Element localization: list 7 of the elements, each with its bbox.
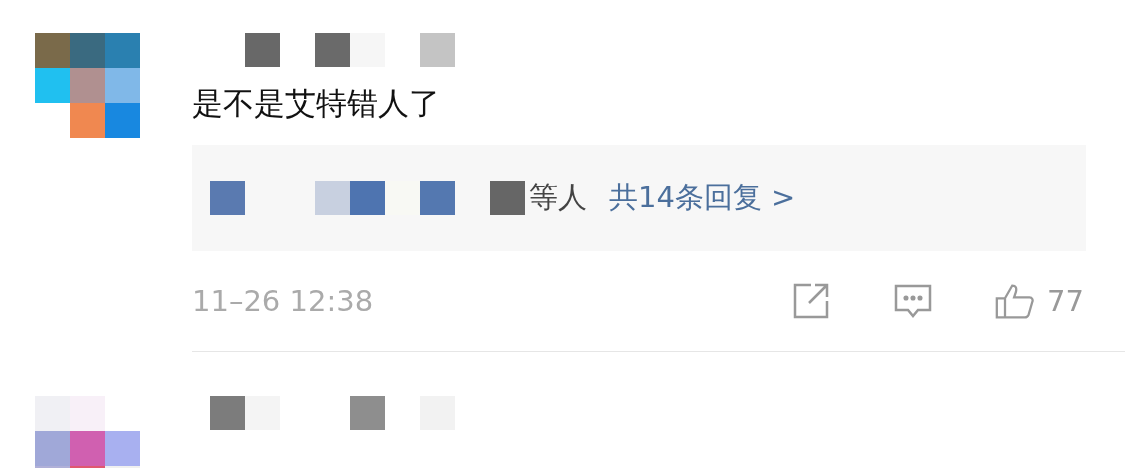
reply-preview-panel[interactable]: 等人 共14条回复 > xyxy=(192,145,1086,251)
comment-text: 是不是艾特错人了 xyxy=(192,84,441,123)
like-count: 77 xyxy=(1047,284,1084,318)
reply-users-text: 等人 xyxy=(529,179,587,216)
reply-count-link[interactable]: 共14条回复 > xyxy=(609,178,796,218)
thumbs-up-icon[interactable] xyxy=(995,281,1036,321)
comment-time: 11–26 12:38 xyxy=(192,284,374,318)
